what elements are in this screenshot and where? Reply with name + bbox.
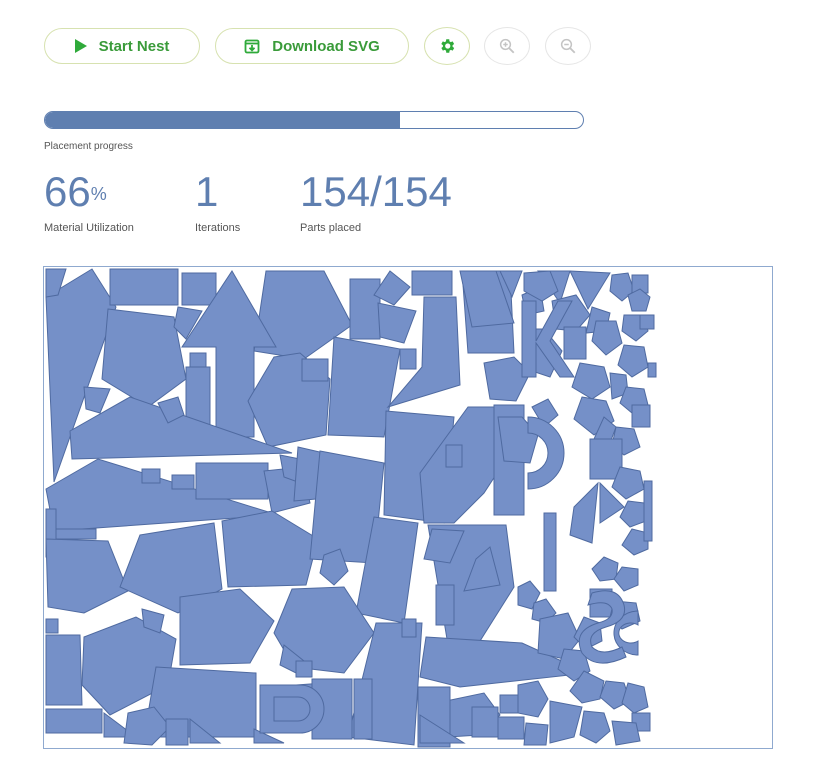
nest-part bbox=[171, 474, 195, 490]
nest-part bbox=[617, 344, 649, 378]
zoom-in-icon bbox=[499, 38, 515, 54]
nest-part bbox=[613, 566, 639, 592]
placed-parts bbox=[45, 268, 657, 748]
nest-part bbox=[549, 700, 583, 744]
nest-part bbox=[631, 404, 651, 428]
utilization-number: 66 bbox=[44, 168, 91, 215]
nest-part bbox=[399, 348, 417, 370]
nest-part bbox=[349, 278, 381, 340]
nest-part bbox=[83, 386, 111, 414]
progress-caption: Placement progress bbox=[44, 141, 133, 152]
zoom-out-icon bbox=[560, 38, 576, 54]
parts-placed-label: Parts placed bbox=[300, 222, 362, 234]
zoom-out-button[interactable] bbox=[545, 27, 591, 65]
start-nest-label: Start Nest bbox=[98, 37, 170, 55]
nest-part bbox=[569, 481, 599, 544]
nest-part bbox=[571, 362, 611, 400]
progress-fill bbox=[45, 112, 401, 128]
nest-part bbox=[45, 634, 83, 706]
download-icon bbox=[244, 39, 260, 54]
placement-progress-bar bbox=[44, 111, 584, 129]
nest-part bbox=[401, 618, 417, 638]
nest-part bbox=[221, 510, 319, 588]
play-icon bbox=[74, 39, 87, 53]
nest-part bbox=[45, 708, 103, 734]
nest-part bbox=[189, 352, 207, 368]
utilization-unit: % bbox=[90, 184, 107, 204]
nest-part bbox=[45, 538, 129, 614]
gear-icon bbox=[441, 39, 455, 53]
nest-part bbox=[643, 480, 653, 542]
nest-part bbox=[445, 444, 463, 468]
nest-part bbox=[377, 302, 417, 344]
nest-part bbox=[591, 556, 619, 582]
download-svg-button[interactable]: Download SVG bbox=[215, 28, 409, 64]
nest-part bbox=[295, 660, 313, 678]
nest-part bbox=[165, 718, 189, 746]
nest-part bbox=[563, 326, 587, 360]
nest-part bbox=[619, 500, 647, 528]
nest-part bbox=[55, 528, 97, 540]
nest-canvas bbox=[45, 268, 657, 748]
nest-part bbox=[301, 358, 329, 382]
nest-part bbox=[471, 706, 499, 738]
download-svg-label: Download SVG bbox=[272, 37, 380, 55]
nest-part bbox=[639, 314, 655, 330]
start-nest-button[interactable]: Start Nest bbox=[44, 28, 200, 64]
zoom-in-button[interactable] bbox=[484, 27, 530, 65]
nest-part bbox=[353, 678, 373, 740]
iterations-label: Iterations bbox=[195, 222, 241, 234]
iterations-value: 1 bbox=[195, 168, 219, 215]
nest-part bbox=[45, 618, 59, 634]
nest-part bbox=[497, 716, 525, 740]
nest-part bbox=[181, 272, 217, 306]
nest-part bbox=[517, 680, 549, 718]
nest-part bbox=[411, 270, 453, 296]
nest-part bbox=[195, 462, 269, 500]
nest-part bbox=[591, 320, 623, 356]
nest-part bbox=[141, 468, 161, 484]
nest-part bbox=[435, 584, 455, 626]
nest-part bbox=[647, 362, 657, 378]
nest-part bbox=[499, 694, 519, 714]
parts-placed-value: 154/154 bbox=[300, 168, 452, 215]
nest-part bbox=[579, 710, 611, 744]
nest-part bbox=[523, 722, 549, 746]
utilization-label: Material Utilization bbox=[44, 222, 134, 234]
nest-sheet[interactable] bbox=[43, 266, 773, 749]
nest-part bbox=[543, 512, 557, 592]
nest-part bbox=[179, 588, 275, 666]
nest-part bbox=[101, 308, 187, 408]
nest-part bbox=[109, 268, 179, 306]
nest-part bbox=[611, 720, 641, 746]
settings-button[interactable] bbox=[424, 27, 470, 65]
utilization-value: 66% bbox=[44, 170, 107, 214]
nest-part bbox=[527, 416, 565, 490]
